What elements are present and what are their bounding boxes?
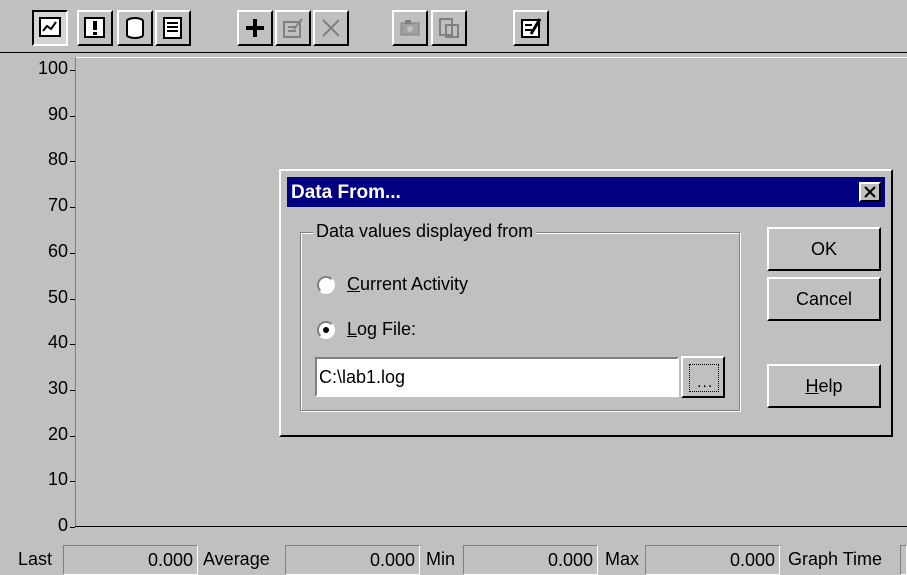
average-label: Average bbox=[203, 549, 270, 569]
y-tick-mark bbox=[70, 253, 75, 254]
graph-time-label: Graph Time bbox=[788, 549, 883, 569]
y-tick-label: 60 bbox=[47, 240, 68, 261]
options-icon bbox=[521, 18, 542, 38]
max-value: 0.000 bbox=[645, 545, 780, 575]
help-button[interactable]: Help bbox=[767, 364, 881, 408]
y-tick-mark bbox=[70, 116, 75, 117]
report-view-icon bbox=[163, 17, 182, 39]
y-tick-mark bbox=[70, 527, 75, 528]
browse-label: ... bbox=[697, 374, 714, 391]
dialog-titlebar[interactable]: Data From... bbox=[287, 177, 885, 207]
log-file-label: Log File: bbox=[347, 319, 417, 339]
close-icon bbox=[864, 186, 876, 198]
y-tick-label: 90 bbox=[47, 103, 68, 124]
last-label: Last bbox=[18, 549, 53, 569]
alert-view-icon bbox=[84, 17, 105, 38]
edit-counter-icon bbox=[283, 18, 303, 38]
graph-y-axis bbox=[75, 57, 76, 527]
options-button[interactable] bbox=[513, 10, 549, 46]
max-label: Max bbox=[605, 549, 640, 569]
delete-counter-button[interactable] bbox=[313, 10, 349, 46]
data-source-group-label: Data values displayed from bbox=[313, 221, 537, 242]
radio-selected-dot bbox=[323, 327, 329, 333]
edit-counter-button[interactable] bbox=[275, 10, 311, 46]
graph-time-value bbox=[900, 545, 907, 575]
log-file-path-input[interactable]: C:\lab1.log bbox=[315, 357, 679, 397]
snapshot-button[interactable] bbox=[392, 10, 428, 46]
y-tick-label: 10 bbox=[47, 469, 68, 490]
y-tick-label: 20 bbox=[47, 423, 68, 444]
y-tick-label: 0 bbox=[57, 515, 68, 535]
log-view-icon bbox=[126, 17, 144, 39]
y-tick-mark bbox=[70, 207, 75, 208]
log-file-radio[interactable] bbox=[317, 321, 335, 339]
dialog-title: Data From... bbox=[291, 182, 401, 203]
cancel-button[interactable]: Cancel bbox=[767, 277, 881, 321]
y-tick-label: 30 bbox=[47, 377, 68, 398]
last-value: 0.000 bbox=[63, 545, 198, 575]
data-from-dialog: Data From... Data values displayed from … bbox=[279, 169, 893, 437]
toolbar bbox=[0, 0, 907, 52]
graph-border bbox=[75, 57, 907, 58]
y-tick-mark bbox=[70, 390, 75, 391]
y-tick-label: 70 bbox=[47, 195, 68, 216]
min-value: 0.000 bbox=[463, 545, 598, 575]
export-icon bbox=[439, 18, 459, 38]
export-button[interactable] bbox=[431, 10, 467, 46]
current-activity-label: Current Activity bbox=[347, 274, 469, 294]
add-counter-button[interactable] bbox=[237, 10, 273, 46]
alert-view-button[interactable] bbox=[77, 10, 113, 46]
y-tick-mark bbox=[70, 481, 75, 482]
chart-view-button[interactable] bbox=[32, 10, 68, 46]
browse-button[interactable]: ... bbox=[681, 356, 725, 398]
delete-counter-icon bbox=[322, 19, 340, 37]
y-tick-label: 80 bbox=[47, 149, 68, 170]
close-button[interactable] bbox=[859, 182, 881, 202]
y-tick-mark bbox=[70, 161, 75, 162]
y-tick-label: 50 bbox=[47, 286, 68, 307]
graph-x-axis bbox=[75, 526, 907, 527]
min-label: Min bbox=[426, 549, 456, 569]
value-bar: Last 0.000 Average 0.000 Min 0.000 Max 0… bbox=[0, 540, 907, 575]
report-view-button[interactable] bbox=[155, 10, 191, 46]
y-tick-label: 100 bbox=[37, 58, 68, 78]
current-activity-radio[interactable] bbox=[317, 276, 335, 294]
average-value: 0.000 bbox=[285, 545, 420, 575]
toolbar-divider bbox=[0, 52, 907, 53]
snapshot-icon bbox=[400, 20, 420, 36]
y-tick-mark bbox=[70, 299, 75, 300]
y-tick-mark bbox=[70, 436, 75, 437]
chart-view-icon bbox=[39, 17, 61, 37]
log-view-button[interactable] bbox=[117, 10, 153, 46]
y-tick-mark bbox=[70, 70, 75, 71]
y-tick-label: 40 bbox=[47, 332, 68, 353]
add-counter-icon bbox=[246, 19, 264, 37]
y-tick-mark bbox=[70, 344, 75, 345]
ok-button[interactable]: OK bbox=[767, 227, 881, 271]
